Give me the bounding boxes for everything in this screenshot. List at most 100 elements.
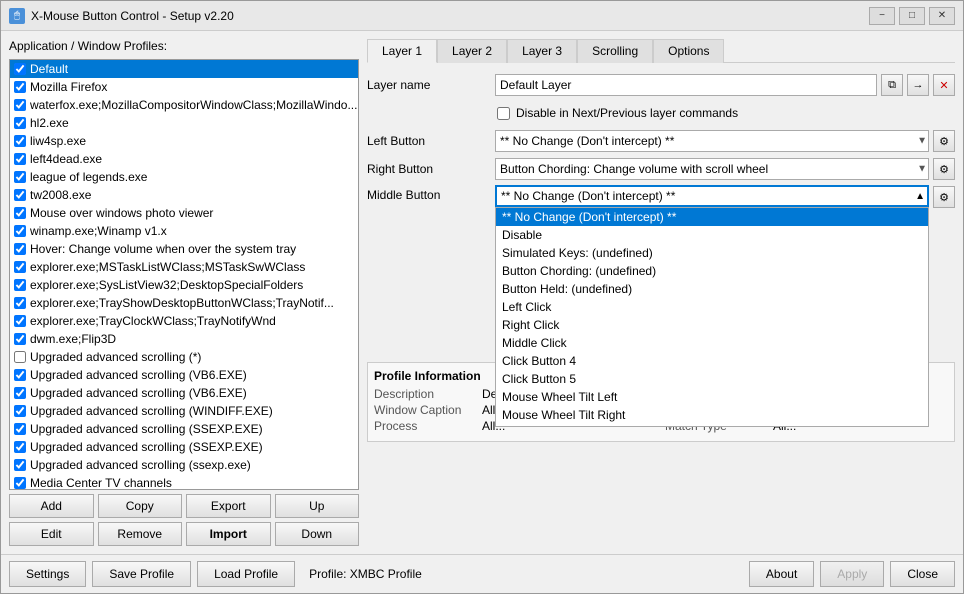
profile-checkbox[interactable] bbox=[14, 423, 26, 435]
profile-checkbox[interactable] bbox=[14, 63, 26, 75]
profile-item[interactable]: Media Center TV channels bbox=[10, 474, 358, 490]
dropdown-item[interactable]: Disable bbox=[496, 226, 928, 244]
profile-item[interactable]: left4dead.exe bbox=[10, 150, 358, 168]
settings-button[interactable]: Settings bbox=[9, 561, 86, 587]
copy-button[interactable]: Copy bbox=[98, 494, 183, 518]
profile-checkbox[interactable] bbox=[14, 477, 26, 489]
export-button[interactable]: Export bbox=[186, 494, 271, 518]
tab-layer-3[interactable]: Layer 3 bbox=[507, 39, 577, 63]
layer-arrow-icon[interactable]: → bbox=[907, 74, 929, 96]
disable-checkbox[interactable] bbox=[497, 107, 510, 120]
profile-item[interactable]: Upgraded advanced scrolling (VB6.EXE) bbox=[10, 384, 358, 402]
profile-item[interactable]: hl2.exe bbox=[10, 114, 358, 132]
dropdown-item[interactable]: Left Click bbox=[496, 298, 928, 316]
profile-item[interactable]: winamp.exe;Winamp v1.x bbox=[10, 222, 358, 240]
middle-button-gear-icon[interactable]: ⚙ bbox=[933, 186, 955, 208]
profile-checkbox[interactable] bbox=[14, 117, 26, 129]
profile-checkbox[interactable] bbox=[14, 297, 26, 309]
left-button-select[interactable]: ** No Change (Don't intercept) ** bbox=[495, 130, 929, 152]
profile-item[interactable]: Hover: Change volume when over the syste… bbox=[10, 240, 358, 258]
profile-checkbox[interactable] bbox=[14, 243, 26, 255]
profile-checkbox[interactable] bbox=[14, 441, 26, 453]
profile-item[interactable]: liw4sp.exe bbox=[10, 132, 358, 150]
profile-item[interactable]: Upgraded advanced scrolling (SSEXP.EXE) bbox=[10, 438, 358, 456]
tab-options[interactable]: Options bbox=[653, 39, 724, 63]
profile-checkbox[interactable] bbox=[14, 99, 26, 111]
import-button[interactable]: Import bbox=[186, 522, 271, 546]
dropdown-item[interactable]: Click Button 5 bbox=[496, 370, 928, 388]
profile-item[interactable]: Default bbox=[10, 60, 358, 78]
close-window-button[interactable]: Close bbox=[890, 561, 955, 587]
remove-button[interactable]: Remove bbox=[98, 522, 183, 546]
profile-checkbox[interactable] bbox=[14, 81, 26, 93]
profile-checkbox[interactable] bbox=[14, 315, 26, 327]
profile-item[interactable]: explorer.exe;TrayClockWClass;TrayNotifyW… bbox=[10, 312, 358, 330]
profile-item[interactable]: tw2008.exe bbox=[10, 186, 358, 204]
down-button[interactable]: Down bbox=[275, 522, 360, 546]
apply-button[interactable]: Apply bbox=[820, 561, 884, 587]
profile-item[interactable]: explorer.exe;TrayShowDesktopButtonWClass… bbox=[10, 294, 358, 312]
layer-copy-icon[interactable]: ⧉ bbox=[881, 74, 903, 96]
profile-checkbox[interactable] bbox=[14, 225, 26, 237]
maximize-button[interactable]: □ bbox=[899, 7, 925, 25]
profile-checkbox[interactable] bbox=[14, 207, 26, 219]
dropdown-item[interactable]: Right Click bbox=[496, 316, 928, 334]
dropdown-item[interactable]: Button Held: (undefined) bbox=[496, 280, 928, 298]
profile-checkbox[interactable] bbox=[14, 369, 26, 381]
profile-checkbox[interactable] bbox=[14, 261, 26, 273]
middle-button-dropdown[interactable]: ** No Change (Don't intercept) ** ▲ ** N… bbox=[495, 185, 929, 207]
middle-button-dropdown-list[interactable]: ** No Change (Don't intercept) **Disable… bbox=[495, 207, 929, 427]
profile-item[interactable]: Mozilla Firefox bbox=[10, 78, 358, 96]
tab-scrolling[interactable]: Scrolling bbox=[577, 39, 653, 63]
dropdown-item[interactable]: Mouse Wheel Tilt Left bbox=[496, 388, 928, 406]
profile-checkbox[interactable] bbox=[14, 189, 26, 201]
dropdown-item[interactable]: Simulated Keys: (undefined) bbox=[496, 244, 928, 262]
profile-checkbox[interactable] bbox=[14, 333, 26, 345]
profile-checkbox[interactable] bbox=[14, 171, 26, 183]
profile-item[interactable]: Upgraded advanced scrolling (VB6.EXE) bbox=[10, 366, 358, 384]
profile-checkbox[interactable] bbox=[14, 135, 26, 147]
add-button[interactable]: Add bbox=[9, 494, 94, 518]
profile-buttons-row2: Edit Remove Import Down bbox=[9, 522, 359, 546]
dropdown-item[interactable]: Click Button 4 bbox=[496, 352, 928, 370]
layer-name-input[interactable] bbox=[495, 74, 877, 96]
layer-close-icon[interactable]: ✕ bbox=[933, 74, 955, 96]
tab-layer-2[interactable]: Layer 2 bbox=[437, 39, 507, 63]
profile-item[interactable]: Upgraded advanced scrolling (SSEXP.EXE) bbox=[10, 420, 358, 438]
close-button[interactable]: ✕ bbox=[929, 7, 955, 25]
tab-layer-1[interactable]: Layer 1 bbox=[367, 39, 437, 63]
profile-checkbox[interactable] bbox=[14, 279, 26, 291]
profile-list-container[interactable]: DefaultMozilla Firefoxwaterfox.exe;Mozil… bbox=[9, 59, 359, 490]
profile-item[interactable]: Mouse over windows photo viewer bbox=[10, 204, 358, 222]
right-button-gear-icon[interactable]: ⚙ bbox=[933, 158, 955, 180]
profile-item[interactable]: Upgraded advanced scrolling (WINDIFF.EXE… bbox=[10, 402, 358, 420]
right-button-select[interactable]: Button Chording: Change volume with scro… bbox=[495, 158, 929, 180]
profile-item[interactable]: league of legends.exe bbox=[10, 168, 358, 186]
profile-item[interactable]: explorer.exe;MSTaskListWClass;MSTaskSwWC… bbox=[10, 258, 358, 276]
profile-checkbox[interactable] bbox=[14, 387, 26, 399]
profile-checkbox[interactable] bbox=[14, 405, 26, 417]
profile-item[interactable]: explorer.exe;SysListView32;DesktopSpecia… bbox=[10, 276, 358, 294]
profile-checkbox[interactable] bbox=[14, 153, 26, 165]
dropdown-item[interactable]: Middle Click bbox=[496, 334, 928, 352]
profile-item-label: Mouse over windows photo viewer bbox=[30, 206, 213, 220]
up-button[interactable]: Up bbox=[275, 494, 360, 518]
profile-item[interactable]: Upgraded advanced scrolling (ssexp.exe) bbox=[10, 456, 358, 474]
dropdown-item[interactable]: Mouse Wheel Up bbox=[496, 424, 928, 427]
about-button[interactable]: About bbox=[749, 561, 814, 587]
dropdown-item[interactable]: Button Chording: (undefined) bbox=[496, 262, 928, 280]
profile-item[interactable]: dwm.exe;Flip3D bbox=[10, 330, 358, 348]
middle-button-selected[interactable]: ** No Change (Don't intercept) ** ▲ bbox=[495, 185, 929, 207]
profile-checkbox[interactable] bbox=[14, 351, 26, 363]
dropdown-item[interactable]: ** No Change (Don't intercept) ** bbox=[496, 208, 928, 226]
profile-item[interactable]: waterfox.exe;MozillaCompositorWindowClas… bbox=[10, 96, 358, 114]
edit-button[interactable]: Edit bbox=[9, 522, 94, 546]
layer-name-row: Layer name ⧉ → ✕ bbox=[367, 73, 955, 97]
left-button-gear-icon[interactable]: ⚙ bbox=[933, 130, 955, 152]
minimize-button[interactable]: − bbox=[869, 7, 895, 25]
dropdown-item[interactable]: Mouse Wheel Tilt Right bbox=[496, 406, 928, 424]
save-profile-button[interactable]: Save Profile bbox=[92, 561, 191, 587]
profile-item[interactable]: Upgraded advanced scrolling (*) bbox=[10, 348, 358, 366]
profile-checkbox[interactable] bbox=[14, 459, 26, 471]
load-profile-button[interactable]: Load Profile bbox=[197, 561, 295, 587]
